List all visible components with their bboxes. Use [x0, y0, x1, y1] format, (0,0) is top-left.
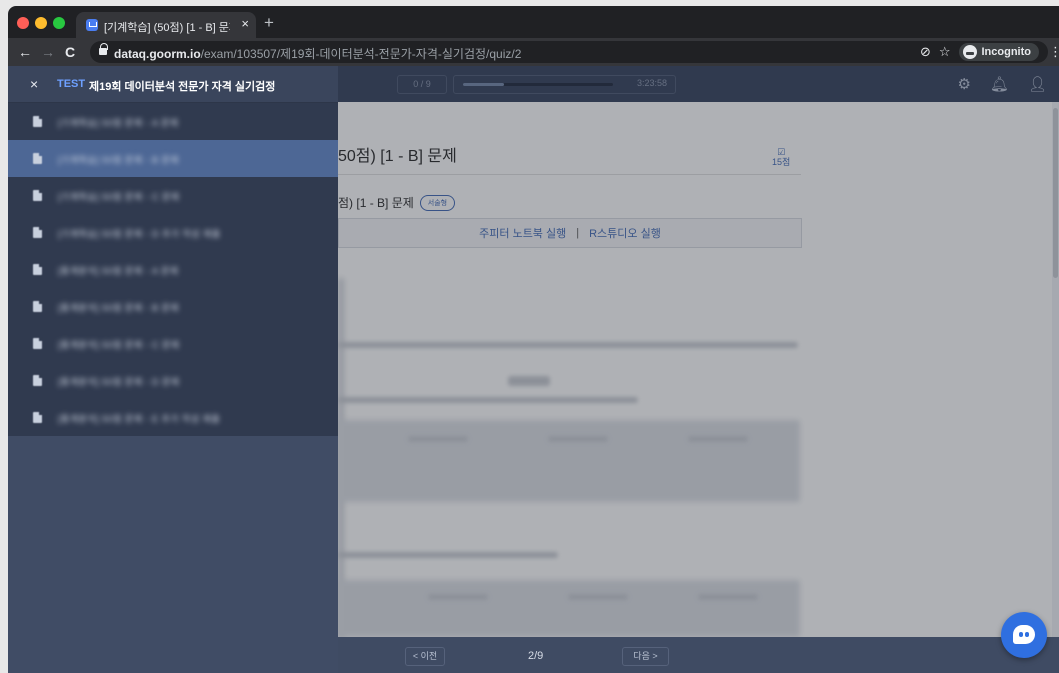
question-list-label: [통계분석] 50점 문제 - E 추가 작성 제출 — [58, 414, 221, 424]
document-icon — [33, 412, 42, 423]
forward-icon[interactable]: → — [41, 43, 55, 61]
question-list-item[interactable]: [통계분석] 50점 문제 - B 문제 — [8, 288, 338, 325]
document-icon — [33, 153, 42, 164]
question-list-label: [통계분석] 50점 문제 - C 문제 — [58, 340, 180, 350]
drawer-close-icon[interactable]: × — [30, 76, 38, 92]
document-icon — [33, 338, 42, 349]
question-list-label: [기계학습] 50점 문제 - D 추가 작성 제출 — [58, 229, 221, 239]
document-icon — [33, 190, 42, 201]
question-list-label: [통계분석] 50점 문제 - B 문제 — [58, 303, 180, 313]
reload-icon[interactable]: C — [65, 43, 75, 61]
question-list-label: [기계학습] 50점 문제 - B 문제 — [58, 155, 180, 165]
new-tab-button[interactable]: + — [264, 13, 274, 33]
page-indicator: 2/9 — [528, 650, 544, 662]
question-list-label: [통계분석] 50점 문제 - D 문제 — [58, 377, 180, 387]
next-button[interactable]: 다음 > — [622, 647, 669, 666]
tab-close-icon[interactable]: × — [241, 16, 249, 31]
browser-menu-icon[interactable]: ⋮ — [1049, 44, 1059, 60]
document-icon — [33, 301, 42, 312]
maximize-window-button[interactable] — [53, 17, 65, 29]
document-icon — [33, 264, 42, 275]
bookmark-star-icon[interactable]: ☆ — [939, 44, 951, 60]
prev-button[interactable]: < 이전 — [405, 647, 445, 666]
question-list: [기계학습] 50점 문제 - A 문제 [기계학습] 50점 문제 - B 문제… — [8, 103, 338, 436]
url-text[interactable]: dataq.goorm.io/exam/103507/제19회-데이터분석-전문… — [114, 45, 521, 62]
question-list-label: [기계학습] 50점 문제 - A 문제 — [58, 118, 179, 128]
question-list-item[interactable]: [기계학습] 50점 문제 - D 추가 작성 제출 — [8, 214, 338, 251]
question-list-item[interactable]: [통계분석] 50점 문제 - A 문제 — [8, 251, 338, 288]
question-list-label: [기계학습] 50점 문제 - C 문제 — [58, 192, 180, 202]
chat-support-button[interactable] — [1001, 612, 1047, 658]
lock-icon — [99, 43, 108, 56]
eye-off-icon[interactable]: ⊘ — [920, 44, 931, 60]
question-list-item[interactable]: [기계학습] 50점 문제 - A 문제 — [8, 103, 338, 140]
test-label: TEST — [57, 78, 86, 90]
question-list-item[interactable]: [통계분석] 50점 문제 - E 추가 작성 제출 — [8, 399, 338, 436]
drawer-header: × TEST 제19회 데이터분석 전문가 자격 실기검정 — [8, 66, 338, 103]
minimize-window-button[interactable] — [35, 17, 47, 29]
incognito-badge[interactable]: Incognito — [958, 43, 1039, 61]
question-list-item[interactable]: [기계학습] 50점 문제 - C 문제 — [8, 177, 338, 214]
address-bar[interactable]: dataq.goorm.io/exam/103507/제19회-데이터분석-전문… — [90, 41, 1059, 63]
exam-title: 제19회 데이터분석 전문가 자격 실기검정 — [89, 81, 276, 93]
question-list-item[interactable]: [통계분석] 50점 문제 - C 문제 — [8, 325, 338, 362]
incognito-label: Incognito — [981, 46, 1032, 58]
question-list-item[interactable]: [기계학습] 50점 문제 - B 문제 — [8, 140, 338, 177]
goorm-favicon-icon — [86, 19, 98, 31]
tab-strip: [기계학습] (50점) [1 - B] 문제 - 제 × + — [8, 6, 1059, 38]
question-drawer: × TEST 제19회 데이터분석 전문가 자격 실기검정 [기계학습] 50점… — [8, 66, 338, 673]
tab-title: [기계학습] (50점) [1 - B] 문제 - 제 — [104, 22, 230, 34]
question-list-label: [통계분석] 50점 문제 - A 문제 — [58, 266, 179, 276]
incognito-icon — [962, 45, 977, 59]
browser-toolbar: ← → C dataq.goorm.io/exam/103507/제19회-데이… — [8, 38, 1059, 66]
browser-tab[interactable]: [기계학습] (50점) [1 - B] 문제 - 제 × — [76, 12, 256, 38]
question-list-item[interactable]: [통계분석] 50점 문제 - D 문제 — [8, 362, 338, 399]
document-icon — [33, 227, 42, 238]
chat-bubble-icon — [1013, 625, 1035, 644]
close-window-button[interactable] — [17, 17, 29, 29]
back-icon[interactable]: ← — [18, 43, 32, 61]
browser-window: [기계학습] (50점) [1 - B] 문제 - 제 × + ← → C da… — [8, 6, 1059, 673]
document-icon — [33, 116, 42, 127]
document-icon — [33, 375, 42, 386]
